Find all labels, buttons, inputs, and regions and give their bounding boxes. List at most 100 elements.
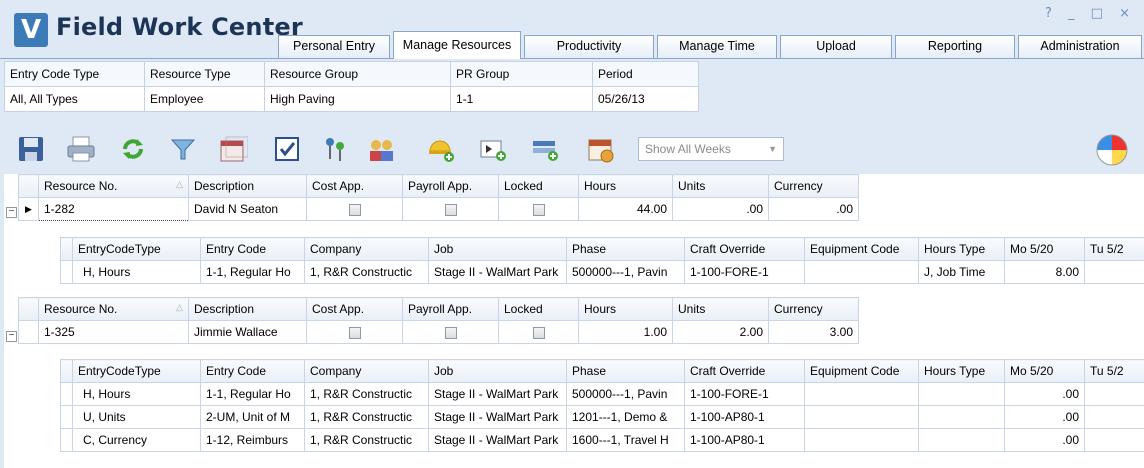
- table-row[interactable]: U, Units 2-UM, Unit of M 1, R&R Construc…: [60, 405, 1144, 429]
- column-header-job[interactable]: Job: [428, 359, 567, 383]
- column-header-entry-code-type[interactable]: EntryCodeType: [72, 237, 201, 261]
- column-header-cost-app[interactable]: Cost App.: [306, 297, 403, 321]
- tab-manage-resources[interactable]: Manage Resources: [393, 31, 521, 59]
- column-header-mo[interactable]: Mo 5/20: [1004, 359, 1085, 383]
- column-header-units[interactable]: Units: [672, 297, 769, 321]
- column-header-company[interactable]: Company: [304, 237, 429, 261]
- entry-code-cell[interactable]: 1-1, Regular Ho: [200, 382, 305, 406]
- currency-value[interactable]: 3.00: [768, 320, 859, 344]
- column-header-hours-type[interactable]: Hours Type: [918, 237, 1005, 261]
- entry-code-type-cell[interactable]: C, Currency: [72, 428, 201, 452]
- job-cell[interactable]: Stage II - WalMart Park: [428, 405, 567, 429]
- column-header-description[interactable]: Description: [188, 297, 307, 321]
- table-row[interactable]: 1-325 Jimmie Wallace 1.00 2.00 3.00: [18, 320, 859, 344]
- add-row-icon[interactable]: [528, 132, 562, 166]
- resource-type-value[interactable]: Employee: [144, 86, 265, 112]
- period-value[interactable]: 05/26/13: [592, 86, 699, 112]
- tu-cell[interactable]: [1084, 405, 1144, 429]
- column-header-resource-no[interactable]: Resource No. △: [38, 174, 189, 198]
- beach-ball-icon[interactable]: [1094, 132, 1130, 168]
- tab-upload[interactable]: Upload: [780, 35, 892, 58]
- equipment-code-cell[interactable]: [804, 405, 919, 429]
- cost-app-checkbox[interactable]: [306, 320, 403, 344]
- equipment-code-cell[interactable]: [804, 428, 919, 452]
- column-header-hours[interactable]: Hours: [578, 297, 673, 321]
- column-header-description[interactable]: Description: [188, 174, 307, 198]
- tab-productivity[interactable]: Productivity: [524, 35, 654, 58]
- units-value[interactable]: .00: [672, 197, 769, 221]
- column-header-mo[interactable]: Mo 5/20: [1004, 237, 1085, 261]
- column-header-locked[interactable]: Locked: [498, 297, 579, 321]
- column-header-phase[interactable]: Phase: [566, 359, 685, 383]
- mo-cell[interactable]: .00: [1004, 382, 1085, 406]
- tab-reporting[interactable]: Reporting: [895, 35, 1015, 58]
- column-header-entry-code[interactable]: Entry Code: [200, 359, 305, 383]
- collapse-icon[interactable]: −: [6, 207, 17, 218]
- column-header-resource-no[interactable]: Resource No. △: [38, 297, 189, 321]
- tab-administration[interactable]: Administration: [1018, 35, 1142, 58]
- craft-override-cell[interactable]: 1-100-FORE-1: [684, 260, 805, 284]
- entry-code-cell[interactable]: 1-1, Regular Ho: [200, 260, 305, 284]
- table-row[interactable]: ▶ 1-282 David N Seaton 44.00 .00 .00: [18, 197, 859, 221]
- window-controls[interactable]: ? _ □ ×: [1045, 6, 1136, 21]
- resource-description[interactable]: David N Seaton: [188, 197, 307, 221]
- phase-cell[interactable]: 1201---1, Demo &: [566, 405, 685, 429]
- print-icon[interactable]: [64, 132, 98, 166]
- workers-icon[interactable]: [364, 132, 398, 166]
- job-cell[interactable]: Stage II - WalMart Park: [428, 382, 567, 406]
- entry-code-type-cell[interactable]: H, Hours: [72, 260, 201, 284]
- tab-personal-entry[interactable]: Personal Entry: [278, 35, 390, 58]
- column-header-equipment-code[interactable]: Equipment Code: [804, 359, 919, 383]
- locked-checkbox[interactable]: [498, 197, 579, 221]
- column-header-hours[interactable]: Hours: [578, 174, 673, 198]
- column-header-cost-app[interactable]: Cost App.: [306, 174, 403, 198]
- equipment-code-cell[interactable]: [804, 382, 919, 406]
- job-cell[interactable]: Stage II - WalMart Park: [428, 260, 567, 284]
- column-header-equipment-code[interactable]: Equipment Code: [804, 237, 919, 261]
- company-cell[interactable]: 1, R&R Constructic: [304, 405, 429, 429]
- pin-people-icon[interactable]: [318, 132, 352, 166]
- job-cell[interactable]: Stage II - WalMart Park: [428, 428, 567, 452]
- currency-value[interactable]: .00: [768, 197, 859, 221]
- craft-override-cell[interactable]: 1-100-FORE-1: [684, 382, 805, 406]
- payroll-app-checkbox[interactable]: [402, 320, 499, 344]
- save-icon[interactable]: [14, 132, 48, 166]
- resource-description[interactable]: Jimmie Wallace: [188, 320, 307, 344]
- entry-code-cell[interactable]: 2-UM, Unit of M: [200, 405, 305, 429]
- column-header-currency[interactable]: Currency: [768, 174, 859, 198]
- tu-cell[interactable]: [1084, 382, 1144, 406]
- column-header-company[interactable]: Company: [304, 359, 429, 383]
- schedule-icon[interactable]: [584, 132, 618, 166]
- craft-override-cell[interactable]: 1-100-AP80-1: [684, 428, 805, 452]
- entry-code-type-cell[interactable]: U, Units: [72, 405, 201, 429]
- company-cell[interactable]: 1, R&R Constructic: [304, 260, 429, 284]
- mo-cell[interactable]: 8.00: [1004, 260, 1085, 284]
- select-all-checkbox-icon[interactable]: [270, 132, 304, 166]
- locked-checkbox[interactable]: [498, 320, 579, 344]
- column-header-locked[interactable]: Locked: [498, 174, 579, 198]
- hours-type-cell[interactable]: [918, 382, 1005, 406]
- resource-no[interactable]: 1-325: [38, 320, 189, 344]
- units-value[interactable]: 2.00: [672, 320, 769, 344]
- table-row[interactable]: H, Hours 1-1, Regular Ho 1, R&R Construc…: [60, 382, 1144, 406]
- cost-app-checkbox[interactable]: [306, 197, 403, 221]
- week-filter-dropdown[interactable]: Show All Weeks ▼: [638, 137, 784, 161]
- resource-no[interactable]: 1-282: [38, 197, 189, 221]
- payroll-app-checkbox[interactable]: [402, 197, 499, 221]
- column-header-entry-code[interactable]: Entry Code: [200, 237, 305, 261]
- column-header-payroll-app[interactable]: Payroll App.: [402, 174, 499, 198]
- filter-icon[interactable]: [166, 132, 200, 166]
- table-row[interactable]: C, Currency 1-12, Reimburs 1, R&R Constr…: [60, 428, 1144, 452]
- tu-cell[interactable]: [1084, 428, 1144, 452]
- hours-type-cell[interactable]: [918, 405, 1005, 429]
- column-header-payroll-app[interactable]: Payroll App.: [402, 297, 499, 321]
- column-header-hours-type[interactable]: Hours Type: [918, 359, 1005, 383]
- calendar-icon[interactable]: [216, 132, 250, 166]
- craft-override-cell[interactable]: 1-100-AP80-1: [684, 405, 805, 429]
- phase-cell[interactable]: 1600---1, Travel H: [566, 428, 685, 452]
- pr-group-value[interactable]: 1-1: [450, 86, 593, 112]
- collapse-icon[interactable]: −: [6, 331, 17, 342]
- column-header-units[interactable]: Units: [672, 174, 769, 198]
- add-column-icon[interactable]: [476, 132, 510, 166]
- column-header-tu[interactable]: Tu 5/2: [1084, 359, 1144, 383]
